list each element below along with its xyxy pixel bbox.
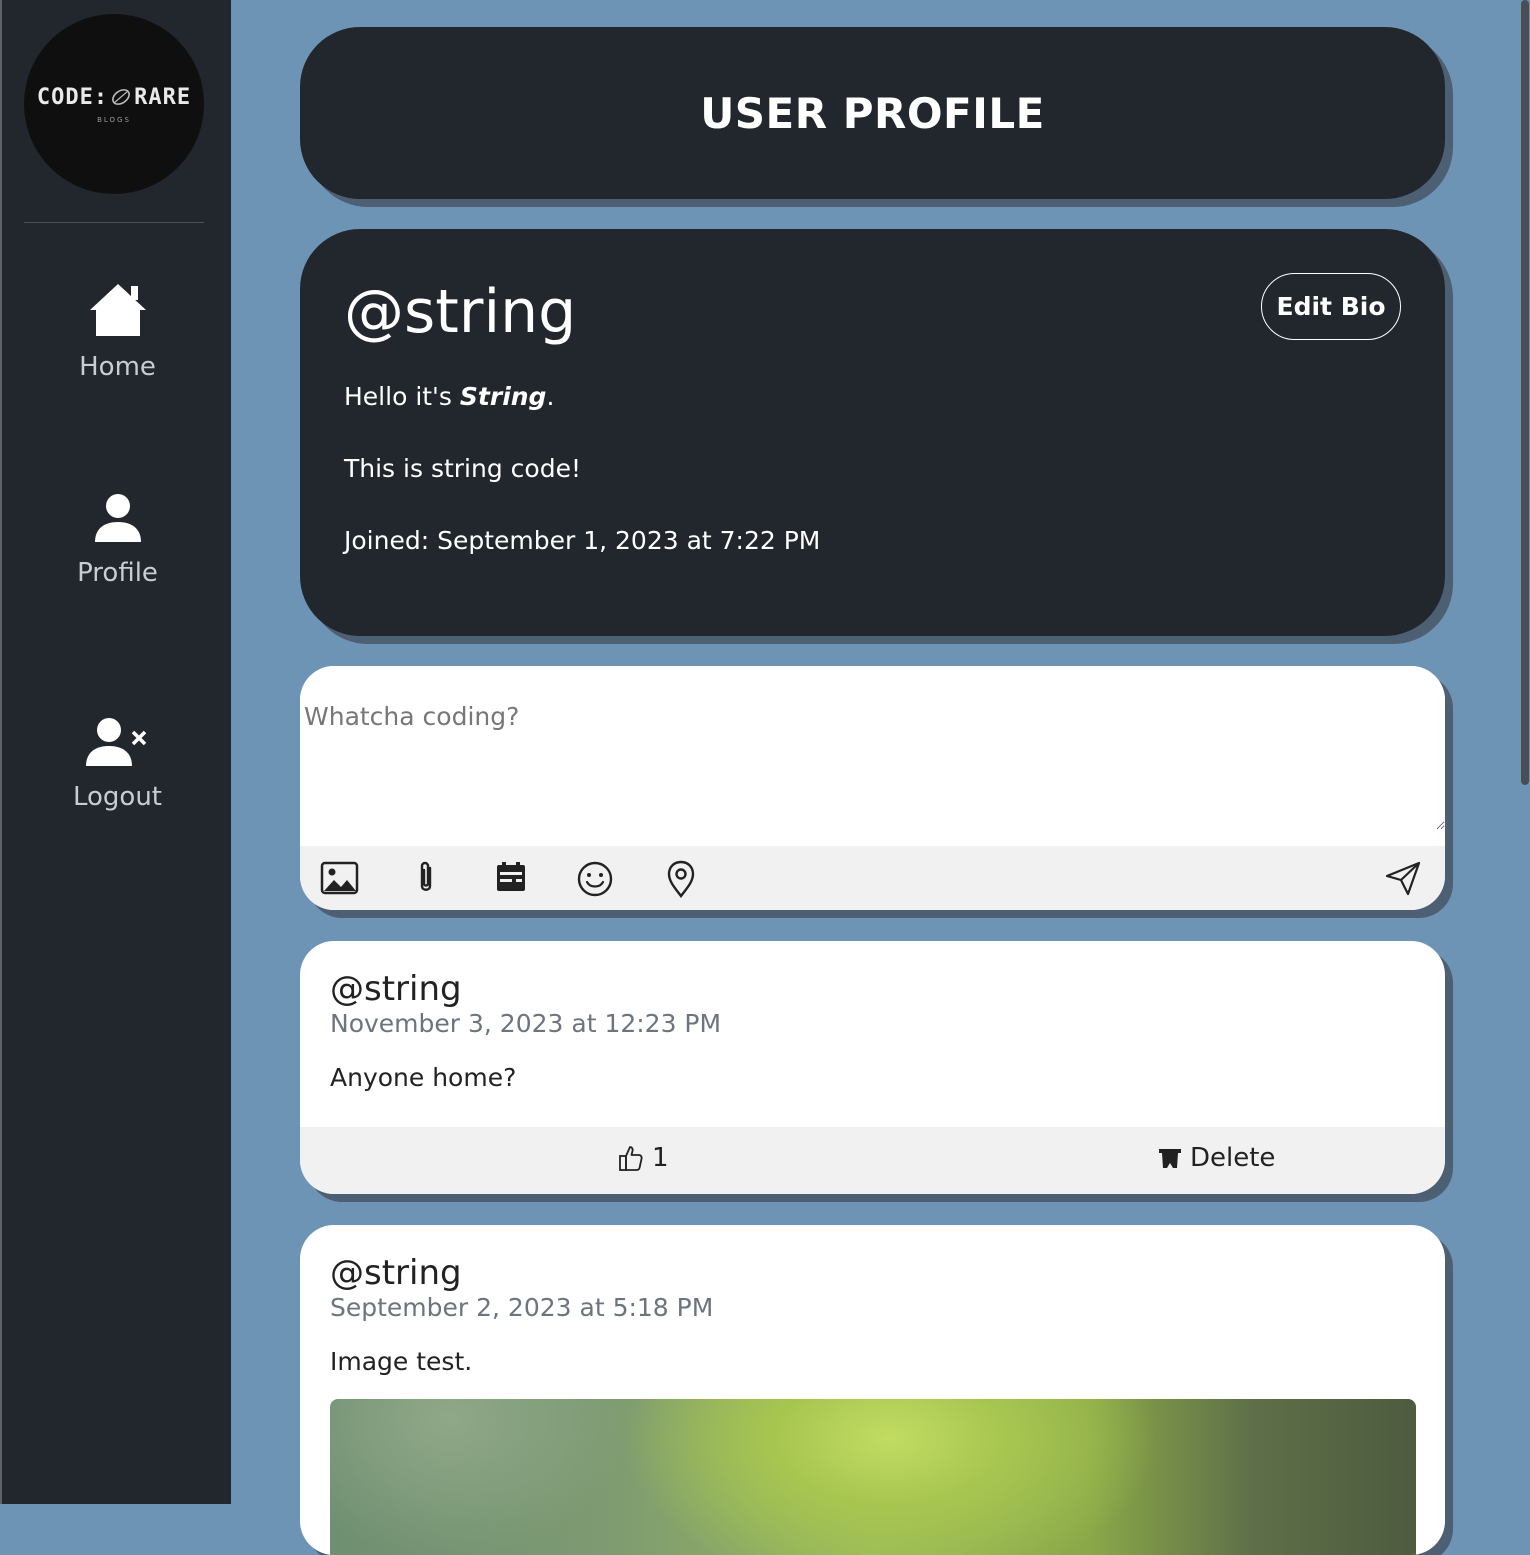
bio-text-prefix: Hello it's — [344, 382, 460, 411]
thumbs-up-icon — [619, 1146, 643, 1171]
post-date: September 2, 2023 at 5:18 PM — [330, 1293, 714, 1322]
home-icon — [89, 284, 146, 336]
post-actions: 1 Delete — [300, 1127, 1445, 1194]
post-input[interactable] — [300, 666, 1445, 830]
sidebar-item-home[interactable]: Home — [2, 280, 233, 382]
image-icon[interactable] — [320, 860, 360, 900]
logo-text-left: CODE: — [36, 84, 109, 110]
sidebar-item-profile[interactable]: Profile — [2, 492, 233, 588]
logo-text-right: RARE — [134, 84, 192, 110]
logo-wordmark: CODE: RARE — [37, 85, 191, 110]
post-card: @string September 2, 2023 at 5:18 PM Ima… — [300, 1225, 1445, 1555]
leaf-icon — [112, 89, 131, 105]
post-composer — [300, 666, 1445, 910]
sidebar-item-label: Profile — [77, 558, 158, 588]
edit-bio-button[interactable]: Edit Bio — [1261, 273, 1401, 340]
post-image[interactable] — [330, 1399, 1416, 1555]
post-card: @string November 3, 2023 at 12:23 PM Any… — [300, 941, 1445, 1194]
profile-card: @string Edit Bio Hello it's String. This… — [300, 229, 1445, 636]
sidebar-item-label: Home — [79, 352, 156, 382]
scrollbar-thumb[interactable] — [1521, 0, 1529, 785]
bio-line-1: Hello it's String. — [344, 382, 554, 411]
logo-subtitle: BLOGS — [97, 115, 131, 124]
user-remove-icon — [85, 718, 146, 766]
post-body: Anyone home? — [330, 1063, 517, 1092]
post-body: Image test. — [330, 1347, 473, 1376]
header-card: USER PROFILE — [300, 27, 1445, 199]
emoji-icon[interactable] — [576, 860, 614, 902]
bio-text-suffix: . — [546, 382, 555, 411]
user-icon — [94, 494, 141, 542]
like-count: 1 — [652, 1143, 669, 1173]
post-username[interactable]: @string — [330, 969, 462, 1009]
send-icon[interactable] — [1384, 860, 1422, 900]
location-pin-icon[interactable] — [666, 860, 696, 902]
sidebar-item-label: Logout — [72, 782, 163, 812]
post-username[interactable]: @string — [330, 1253, 462, 1293]
post-date: November 3, 2023 at 12:23 PM — [330, 1009, 722, 1038]
scrollbar[interactable] — [1520, 0, 1530, 1504]
sidebar: CODE: RARE BLOGS Home Profile Logout — [0, 0, 231, 1504]
sidebar-divider — [24, 222, 204, 223]
profile-username: @string — [344, 277, 577, 347]
bio-text-emphasis: String — [459, 382, 547, 411]
calendar-icon[interactable] — [494, 860, 528, 898]
page-title: USER PROFILE — [700, 88, 1045, 138]
paperclip-icon[interactable] — [412, 860, 440, 900]
composer-toolbar — [300, 846, 1445, 910]
trash-icon — [1159, 1149, 1181, 1168]
sidebar-item-logout[interactable]: Logout — [2, 716, 233, 812]
bio-line-2: This is string code! — [344, 454, 581, 483]
like-button[interactable]: 1 — [618, 1143, 669, 1173]
delete-label: Delete — [1190, 1143, 1276, 1173]
delete-button[interactable]: Delete — [1158, 1143, 1275, 1173]
logo[interactable]: CODE: RARE BLOGS — [24, 14, 204, 194]
joined-date: Joined: September 1, 2023 at 7:22 PM — [344, 526, 821, 555]
